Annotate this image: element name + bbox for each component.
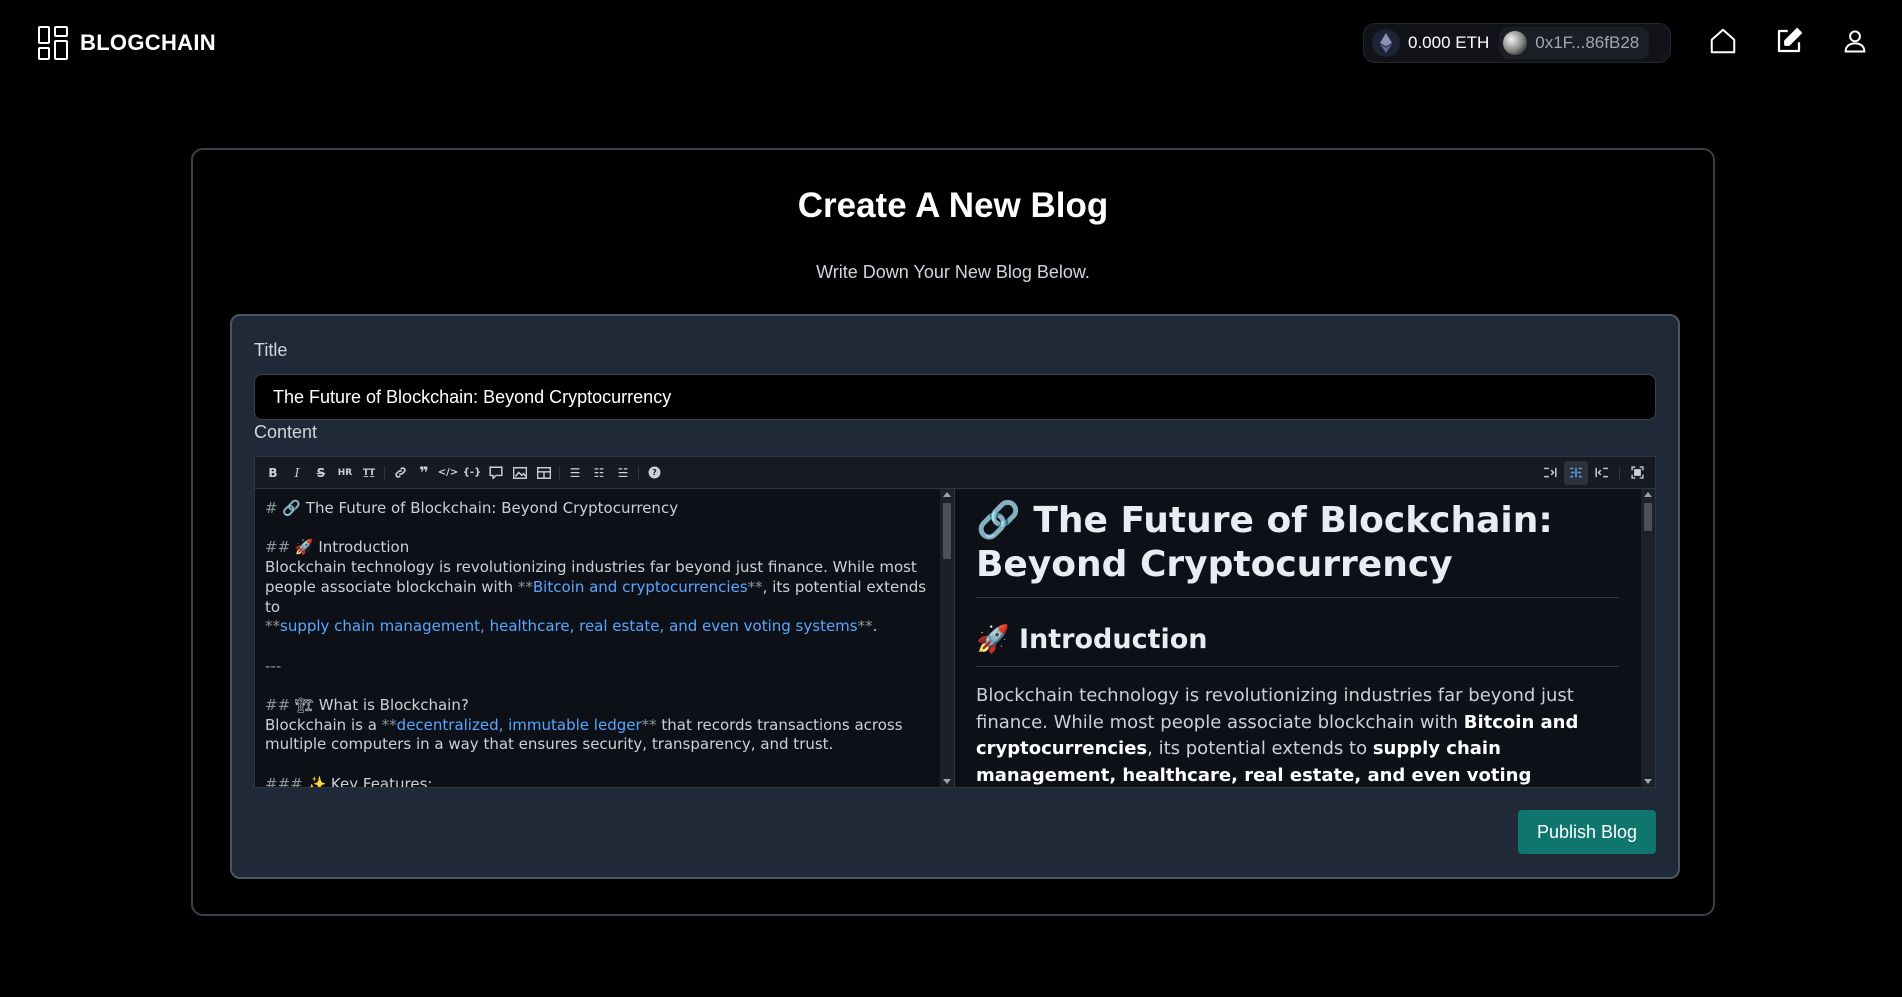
toolbar-divider — [559, 465, 560, 480]
md-line — [265, 519, 930, 539]
md-line: ## 🏗 What is Blockchain? — [265, 695, 469, 714]
markdown-preview-pane: 🔗 The Future of Blockchain: Beyond Crypt… — [955, 489, 1641, 787]
toolbar-divider — [638, 465, 639, 480]
fullscreen-icon[interactable] — [1625, 461, 1649, 485]
live-view-icon[interactable] — [1564, 460, 1588, 485]
markdown-source-pane[interactable]: # 🔗 The Future of Blockchain: Beyond Cry… — [255, 489, 940, 787]
scroll-thumb[interactable] — [943, 503, 951, 559]
md-line — [265, 676, 930, 696]
preview-only-icon[interactable] — [1590, 461, 1614, 485]
code-block-icon[interactable]: {-} — [460, 461, 484, 485]
home-icon[interactable] — [1706, 24, 1740, 58]
scroll-up-arrow[interactable] — [943, 492, 951, 497]
preview-paragraph: Blockchain technology is revolutionizing… — [975, 685, 1579, 786]
md-line: multiple computers in a way that ensures… — [265, 735, 834, 754]
brand-name: BLOGCHAIN — [80, 30, 216, 55]
toolbar-divider — [384, 465, 385, 480]
edit-only-icon[interactable] — [1538, 461, 1562, 485]
wallet-avatar — [1503, 31, 1528, 55]
ethereum-icon — [1372, 29, 1400, 57]
preview-heading-1: 🔗 The Future of Blockchain: Beyond Crypt… — [975, 499, 1620, 598]
editor-toolbar: B I S HR T̲T̲ ❞ </> {-} ☰ ☷ ☱ ? — [255, 457, 1655, 489]
editor-panes: # 🔗 The Future of Blockchain: Beyond Cry… — [255, 489, 1655, 787]
scroll-down-arrow[interactable] — [1644, 779, 1653, 784]
svg-text:?: ? — [652, 467, 657, 477]
title-input[interactable] — [254, 374, 1656, 420]
code-icon[interactable]: </> — [436, 461, 460, 485]
markdown-editor: B I S HR T̲T̲ ❞ </> {-} ☰ ☷ ☱ ? # 🔗 The … — [254, 456, 1656, 788]
source-scrollbar[interactable] — [940, 489, 954, 787]
preview-scrollbar[interactable] — [1641, 489, 1655, 787]
top-navbar: BLOGCHAIN 0.000 ETH 0x1F...86fB28 — [0, 0, 1902, 86]
md-line: ### ✨ Key Features: — [265, 774, 433, 787]
page-title: Create A New Blog — [797, 186, 1109, 225]
hr-button[interactable]: HR — [333, 461, 357, 485]
md-line: people associate blockchain with **Bitco… — [265, 577, 931, 616]
table-icon[interactable] — [532, 461, 556, 485]
checked-list-icon[interactable]: ☱ — [611, 461, 635, 485]
md-line: Blockchain technology is revolutionizing… — [265, 558, 917, 577]
md-line: --- — [265, 656, 282, 675]
page-subtitle: Write Down Your New Blog Below. — [816, 262, 1090, 282]
scroll-down-arrow[interactable] — [943, 779, 951, 784]
bold-button[interactable]: B — [261, 461, 285, 485]
comment-icon[interactable] — [484, 461, 508, 485]
link-icon[interactable] — [388, 461, 412, 485]
md-line: ## 🚀 Introduction — [265, 538, 410, 557]
title-label: Title — [254, 340, 288, 360]
quote-icon[interactable]: ❞ — [412, 461, 436, 485]
edit-icon[interactable] — [1772, 24, 1806, 58]
md-line: **supply chain management, healthcare, r… — [265, 617, 878, 636]
view-mode-group — [1538, 460, 1649, 485]
md-line — [265, 755, 930, 775]
image-icon[interactable] — [508, 461, 532, 485]
dashboard-icon — [38, 26, 68, 60]
ordered-list-icon[interactable]: ☷ — [587, 461, 611, 485]
md-line — [265, 637, 930, 657]
title-button[interactable]: T̲T̲ — [357, 461, 381, 485]
help-icon[interactable]: ? — [642, 461, 666, 485]
user-icon[interactable] — [1838, 24, 1872, 58]
toolbar-divider — [1619, 465, 1620, 480]
scroll-thumb[interactable] — [1644, 503, 1653, 531]
publish-blog-button[interactable]: Publish Blog — [1518, 810, 1656, 854]
wallet-address: 0x1F...86fB28 — [1535, 33, 1640, 52]
create-blog-card: Create A New Blog Write Down Your New Bl… — [191, 148, 1715, 916]
md-line: Blockchain is a **decentralized, immutab… — [265, 715, 903, 734]
unordered-list-icon[interactable]: ☰ — [563, 461, 587, 485]
md-line: # 🔗 The Future of Blockchain: Beyond Cry… — [265, 499, 679, 517]
strikethrough-button[interactable]: S — [309, 461, 333, 485]
blog-form: Title Content B I S HR T̲T̲ ❞ </> {-} — [230, 314, 1680, 879]
eth-balance: 0.000 ETH — [1408, 33, 1490, 52]
italic-button[interactable]: I — [285, 461, 309, 485]
account-button[interactable]: 0x1F...86fB28 — [1499, 27, 1650, 59]
scroll-up-arrow[interactable] — [1644, 492, 1653, 497]
content-label: Content — [254, 422, 318, 442]
wallet-widget[interactable]: 0.000 ETH 0x1F...86fB28 — [1363, 23, 1671, 63]
preview-heading-2: 🚀 Introduction — [975, 622, 1620, 667]
brand-logo[interactable]: BLOGCHAIN — [38, 26, 216, 60]
